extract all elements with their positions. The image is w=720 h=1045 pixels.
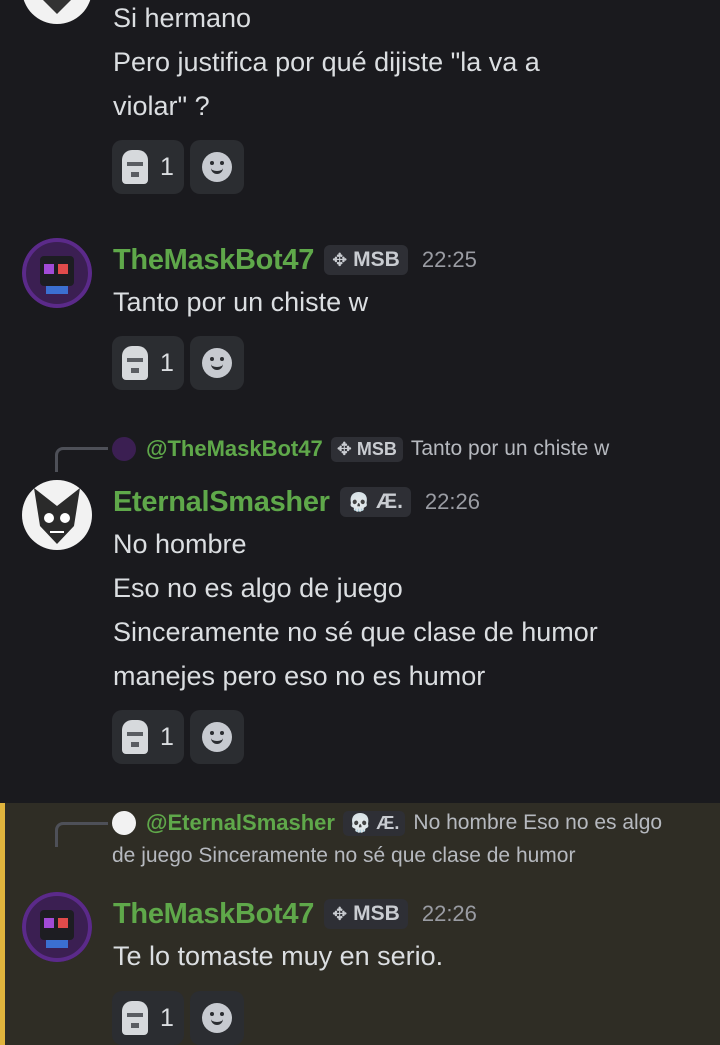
- avatar[interactable]: [22, 480, 92, 550]
- reply-author[interactable]: @TheMaskBot47: [146, 436, 323, 462]
- smile-icon: [201, 722, 232, 752]
- username[interactable]: TheMaskBot47: [113, 244, 314, 277]
- reply-role-tag-label: Æ.: [376, 812, 400, 833]
- message-line: violar" ?: [113, 91, 210, 121]
- message-line: manejes pero eso no es humor: [113, 661, 486, 691]
- username[interactable]: EternalSmasher: [113, 486, 330, 519]
- reply-role-tag-label: MSB: [356, 438, 397, 459]
- moai-icon: [122, 1001, 148, 1035]
- message-line: No hombre: [113, 529, 247, 559]
- reaction-count: 1: [160, 722, 174, 751]
- reply-avatar: [112, 437, 136, 461]
- role-tag[interactable]: 💀 Æ.: [339, 487, 411, 517]
- reply-preview[interactable]: @TheMaskBot47 ✥ MSB Tanto por un chiste …: [112, 436, 609, 462]
- reaction-moai[interactable]: 1: [112, 140, 184, 194]
- reaction-count: 1: [160, 152, 174, 181]
- reply-text: No hombre Eso no es algo: [413, 811, 663, 834]
- message-line: Si hermano: [113, 3, 252, 33]
- timestamp: 22:26: [421, 901, 477, 926]
- avatar[interactable]: [22, 892, 92, 962]
- reply-author[interactable]: @EternalSmasher: [146, 810, 335, 836]
- reply-preview[interactable]: @EternalSmasher 💀 Æ. No hombre Eso no es…: [112, 810, 662, 836]
- role-tag-label: Æ.: [376, 490, 403, 513]
- message-line: Sinceramente no sé que clase de humor: [113, 617, 598, 647]
- smile-icon: [201, 1003, 232, 1033]
- role-tag-label: MSB: [353, 902, 400, 925]
- avatar[interactable]: [22, 238, 92, 308]
- timestamp: 22:25: [421, 247, 477, 272]
- diamond-icon: ✥: [332, 249, 348, 270]
- skull-icon: 💀: [347, 491, 371, 512]
- avatar[interactable]: [22, 0, 92, 24]
- reply-role-tag: ✥ MSB: [330, 436, 403, 462]
- smile-icon: [201, 152, 232, 182]
- reply-spine: [55, 822, 108, 847]
- message-line: Tanto por un chiste w: [113, 287, 369, 317]
- reactions-bar: 1: [112, 991, 244, 1045]
- message-line: Te lo tomaste muy en serio.: [113, 941, 444, 971]
- add-reaction-button[interactable]: [189, 710, 244, 764]
- reactions-bar: 1: [112, 140, 244, 194]
- reply-text: Tanto por un chiste w: [410, 437, 610, 460]
- reaction-count: 1: [160, 1003, 174, 1032]
- reaction-moai[interactable]: 1: [112, 991, 184, 1045]
- reply-spine: [55, 447, 108, 472]
- moai-icon: [122, 150, 148, 184]
- role-tag[interactable]: ✥ MSB: [324, 245, 408, 275]
- role-tag-label: MSB: [353, 248, 400, 271]
- reply-text-line2: de juego Sinceramente no sé que clase de…: [112, 844, 576, 867]
- timestamp: 22:26: [424, 489, 480, 514]
- add-reaction-button[interactable]: [189, 991, 244, 1045]
- mention-highlight-bar: [0, 803, 5, 1045]
- reaction-moai[interactable]: 1: [112, 336, 184, 390]
- moai-icon: [122, 720, 148, 754]
- reaction-count: 1: [160, 348, 174, 377]
- diamond-icon: ✥: [332, 903, 348, 924]
- message-line: Eso no es algo de juego: [113, 573, 403, 603]
- add-reaction-button[interactable]: [189, 140, 244, 194]
- reply-avatar: [112, 811, 136, 835]
- message-line: Pero justifica por qué dijiste "la va a: [113, 47, 540, 77]
- reply-text-continued: de juego Sinceramente no sé que clase de…: [112, 844, 575, 868]
- role-tag[interactable]: ✥ MSB: [324, 899, 408, 929]
- reaction-moai[interactable]: 1: [112, 710, 184, 764]
- reactions-bar: 1: [112, 336, 244, 390]
- moai-icon: [122, 346, 148, 380]
- reply-role-tag: 💀 Æ.: [342, 810, 406, 836]
- smile-icon: [201, 348, 232, 378]
- username[interactable]: TheMaskBot47: [113, 898, 314, 931]
- add-reaction-button[interactable]: [189, 336, 244, 390]
- reactions-bar: 1: [112, 710, 244, 764]
